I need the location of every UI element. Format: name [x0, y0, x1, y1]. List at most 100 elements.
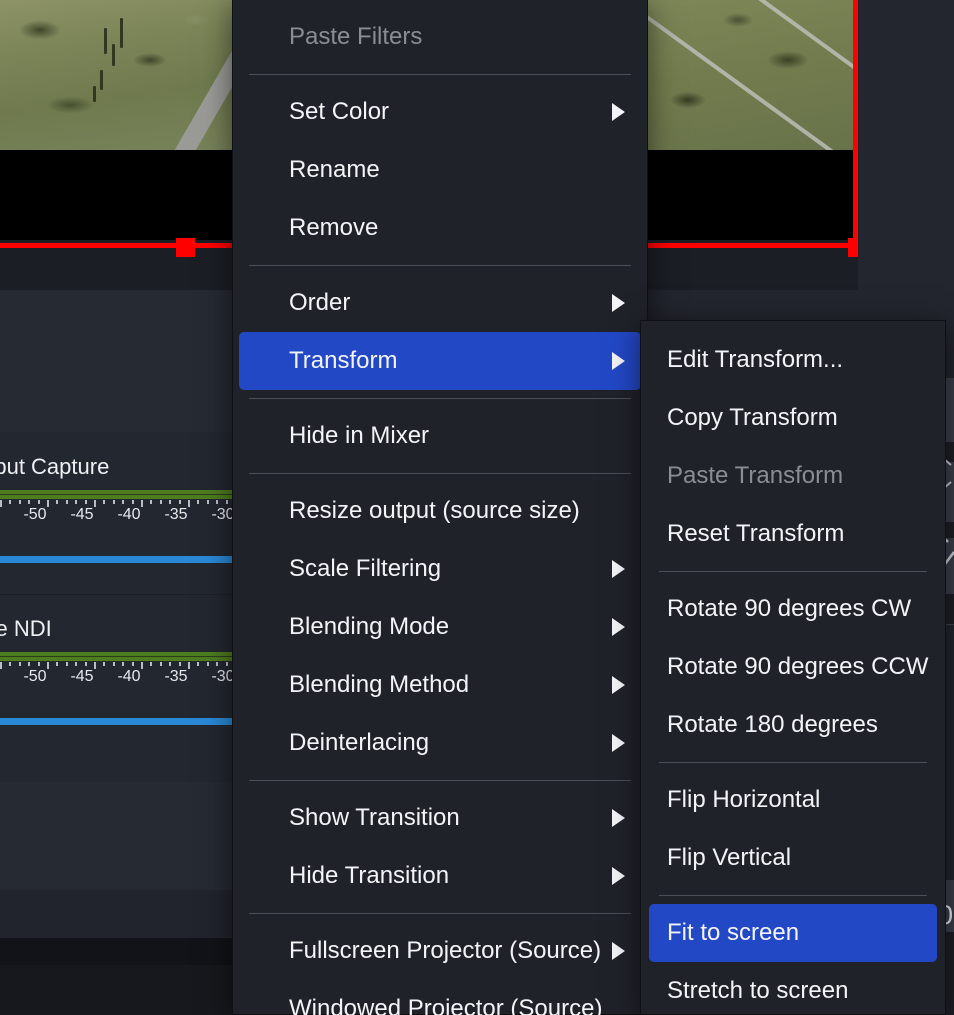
menu-item-set-color[interactable]: Set Color — [239, 83, 641, 141]
mixer-track[interactable]: Input Capture -50 -45 -40 -35 -30 — [0, 432, 240, 594]
menu-item-label: Hide in Mixer — [289, 422, 430, 449]
menu-item-label: Set Color — [289, 98, 390, 125]
volume-slider[interactable] — [0, 556, 240, 563]
chevron-right-icon — [612, 103, 625, 121]
menu-item-scale-filtering[interactable]: Scale Filtering — [239, 540, 641, 598]
menu-item-label: Reset Transform — [667, 520, 845, 547]
transform-item-copy-transform[interactable]: Copy Transform — [649, 389, 937, 447]
letterbox-left — [0, 150, 232, 240]
db-tick-label: -45 — [70, 668, 94, 685]
menu-item-blending-method[interactable]: Blending Method — [239, 656, 641, 714]
transform-item-stretch-to-screen[interactable]: Stretch to screen — [649, 962, 937, 1015]
db-tick-label: -35 — [164, 668, 188, 685]
menu-item-label: Copy Transform — [667, 404, 838, 431]
transform-item-flip-horizontal[interactable]: Flip Horizontal — [649, 771, 937, 829]
menu-item-windowed-projector-source[interactable]: Windowed Projector (Source) — [239, 980, 641, 1015]
scene-detail — [104, 28, 107, 54]
db-tick-label: -40 — [117, 506, 141, 523]
chevron-right-icon — [612, 352, 625, 370]
transform-item-edit-transform[interactable]: Edit Transform... — [649, 331, 937, 389]
db-tick-label: -35 — [164, 506, 188, 523]
transform-item-rotate-90-degrees-cw[interactable]: Rotate 90 degrees CW — [649, 580, 937, 638]
audio-level-meter — [0, 490, 240, 499]
preview-video-right — [648, 0, 857, 150]
transform-item-flip-vertical[interactable]: Flip Vertical — [649, 829, 937, 887]
chevron-right-icon — [612, 734, 625, 752]
menu-separator — [249, 780, 631, 781]
letterbox-right — [648, 150, 857, 240]
chevron-right-icon — [612, 676, 625, 694]
chevron-right-icon — [612, 809, 625, 827]
menu-separator — [249, 74, 631, 75]
mixer-toolbar — [0, 782, 232, 890]
mixer-track-name: Input Capture — [0, 454, 110, 479]
menu-separator — [659, 571, 927, 572]
mixer-track[interactable]: ere NDI -50 -45 -40 -35 -30 — [0, 594, 240, 756]
menu-item-label: Flip Horizontal — [667, 786, 821, 813]
scene-detail — [100, 70, 103, 90]
db-tick-label: -45 — [70, 506, 94, 523]
chevron-right-icon — [612, 618, 625, 636]
menu-item-label: Scale Filtering — [289, 555, 442, 582]
lower-dock-strip — [0, 965, 232, 1015]
menu-item-label: Paste Transform — [667, 462, 844, 489]
menu-item-fullscreen-projector-source[interactable]: Fullscreen Projector (Source) — [239, 922, 641, 980]
menu-item-hide-in-mixer[interactable]: Hide in Mixer — [239, 407, 641, 465]
transform-item-rotate-180-degrees[interactable]: Rotate 180 degrees — [649, 696, 937, 754]
volume-slider[interactable] — [0, 718, 240, 725]
menu-item-label: Rotate 180 degrees — [667, 711, 878, 738]
menu-item-paste-filters: Paste Filters — [239, 8, 641, 66]
dock-footer — [0, 890, 232, 938]
db-tick-label: -40 — [117, 668, 141, 685]
source-context-menu[interactable]: Paste Filters Set Color Rename Remove Order T… — [232, 0, 648, 1015]
menu-item-label: Hide Transition — [289, 862, 450, 889]
transform-submenu[interactable]: Edit Transform... Copy Transform Paste Tra… — [640, 320, 946, 1015]
menu-item-label: Edit Transform... — [667, 346, 844, 373]
menu-item-rename[interactable]: Rename — [239, 141, 641, 199]
transform-item-rotate-90-degrees-ccw[interactable]: Rotate 90 degrees CCW — [649, 638, 937, 696]
menu-separator — [249, 265, 631, 266]
application-window: dio Mixer Input Capture -50 -45 -40 -35 … — [0, 0, 954, 1015]
menu-item-label: Blending Mode — [289, 613, 450, 640]
menu-item-label: Resize output (source size) — [289, 497, 580, 524]
menu-item-label: Show Transition — [289, 804, 460, 831]
menu-item-label: Fullscreen Projector (Source) — [289, 937, 602, 964]
db-tick-label: -50 — [23, 506, 47, 523]
meter-db-labels: -50 -45 -40 -35 -30 — [0, 668, 240, 690]
selection-handle-bottom[interactable] — [176, 238, 195, 257]
menu-item-order[interactable]: Order — [239, 274, 641, 332]
mixer-track-name: ere NDI — [0, 616, 52, 641]
preview-video-left — [0, 0, 232, 150]
chevron-right-icon — [612, 294, 625, 312]
scene-detail — [93, 86, 96, 102]
menu-item-remove[interactable]: Remove — [239, 199, 641, 257]
chevron-right-icon — [612, 560, 625, 578]
scene-detail — [112, 44, 115, 66]
menu-item-label: Stretch to screen — [667, 977, 849, 1004]
menu-item-transform[interactable]: Transform — [239, 332, 641, 390]
menu-separator — [659, 762, 927, 763]
transform-item-reset-transform[interactable]: Reset Transform — [649, 505, 937, 563]
menu-item-label: Rotate 90 degrees CW — [667, 595, 912, 622]
audio-mixer-tracks: Input Capture -50 -45 -40 -35 -30 ere ND… — [0, 432, 240, 782]
menu-item-label: Remove — [289, 214, 379, 241]
menu-item-deinterlacing[interactable]: Deinterlacing — [239, 714, 641, 772]
scene-detail — [120, 18, 123, 48]
menu-item-show-transition[interactable]: Show Transition — [239, 789, 641, 847]
menu-separator — [659, 895, 927, 896]
menu-item-hide-transition[interactable]: Hide Transition — [239, 847, 641, 905]
menu-item-resize-output-source-size[interactable]: Resize output (source size) — [239, 482, 641, 540]
menu-item-label: Paste Filters — [289, 23, 423, 50]
menu-item-label: Flip Vertical — [667, 844, 792, 871]
menu-item-label: Windowed Projector (Source) — [289, 995, 603, 1015]
menu-separator — [249, 398, 631, 399]
audio-level-meter — [0, 652, 240, 661]
menu-item-label: Rotate 90 degrees CCW — [667, 653, 929, 680]
meter-db-labels: -50 -45 -40 -35 -30 — [0, 506, 240, 528]
menu-item-blending-mode[interactable]: Blending Mode — [239, 598, 641, 656]
menu-item-label: Order — [289, 289, 351, 316]
chevron-right-icon — [612, 867, 625, 885]
menu-item-label: Fit to screen — [667, 919, 800, 946]
transform-item-fit-to-screen[interactable]: Fit to screen — [649, 904, 937, 962]
db-tick-label: -50 — [23, 668, 47, 685]
